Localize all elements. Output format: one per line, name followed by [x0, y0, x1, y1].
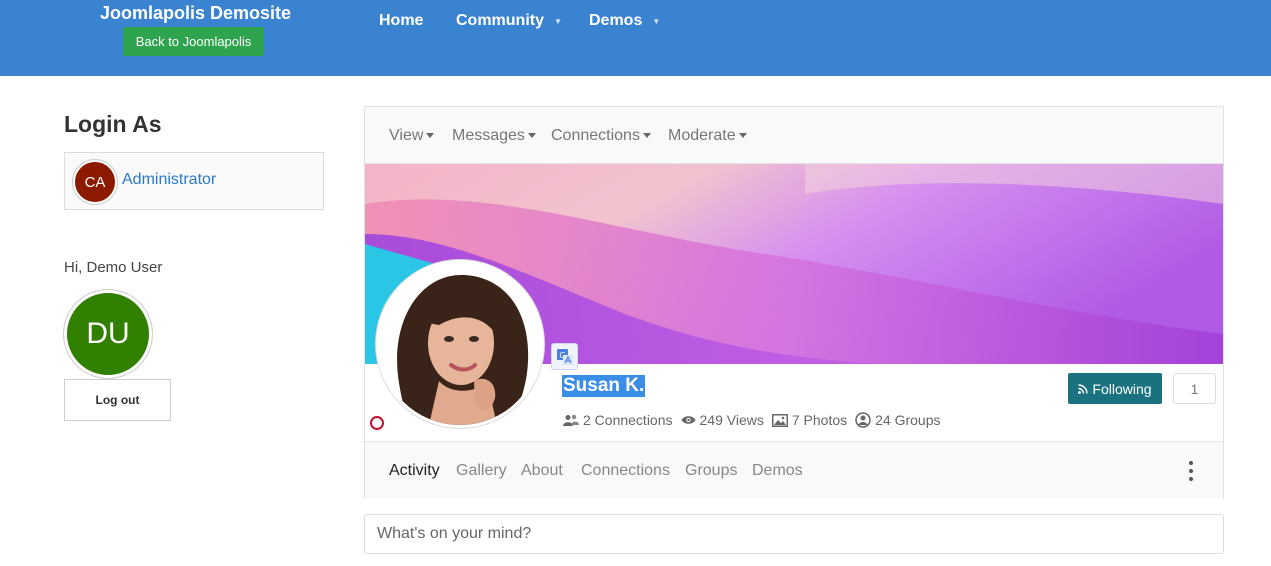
profile-menubar: View Messages Connections Moderate	[365, 107, 1223, 164]
tab-about[interactable]: About	[521, 462, 563, 480]
eye-icon	[681, 416, 696, 424]
logout-button[interactable]: Log out	[64, 379, 171, 421]
menu-connections[interactable]: Connections	[551, 127, 651, 145]
tab-gallery[interactable]: Gallery	[456, 462, 507, 480]
following-label: Following	[1092, 380, 1152, 397]
follower-count-badge: 1	[1173, 373, 1216, 404]
avatar[interactable]: CA	[73, 160, 117, 204]
profile-card: View Messages Connections Moderate G Sus…	[364, 106, 1224, 498]
caret-down-icon	[426, 132, 435, 138]
greeting-text: Hi, Demo User	[64, 259, 163, 276]
top-navbar: Joomlapolis Demosite Back to Joomlapolis…	[0, 0, 1271, 76]
offline-status-icon	[370, 416, 384, 430]
tab-demos[interactable]: Demos	[752, 462, 803, 480]
stat-groups-label: 24 Groups	[875, 412, 941, 428]
more-vertical-icon[interactable]	[1187, 461, 1195, 481]
profile-avatar[interactable]	[375, 259, 545, 429]
chevron-down-icon: ▼	[652, 16, 661, 26]
rss-icon	[1078, 383, 1089, 394]
menu-messages-label: Messages	[452, 127, 525, 144]
stat-groups[interactable]: 24 Groups	[855, 412, 941, 428]
caret-down-icon	[527, 132, 536, 138]
profile-name: Susan K.	[562, 375, 646, 397]
stat-connections-label: 2 Connections	[583, 412, 673, 428]
caret-down-icon	[642, 132, 651, 138]
current-user-avatar[interactable]: DU	[64, 290, 152, 378]
nav-community-label: Community	[456, 12, 544, 29]
menu-messages[interactable]: Messages	[452, 127, 536, 145]
stat-photos[interactable]: 7 Photos	[771, 412, 848, 428]
following-button[interactable]: Following	[1068, 373, 1162, 404]
menu-connections-label: Connections	[551, 127, 640, 144]
back-to-joomlapolis-button[interactable]: Back to Joomlapolis	[123, 27, 264, 56]
nav-home[interactable]: Home	[379, 12, 423, 30]
stat-connections[interactable]: 2 Connections	[563, 412, 673, 428]
profile-tabs: Activity Gallery About Connections Group…	[365, 441, 1223, 498]
image-icon	[771, 413, 788, 427]
nav-community[interactable]: Community ▼	[456, 12, 562, 30]
profile-stats: 2 Connections 249 Views 7 Photos 24 Grou…	[563, 412, 941, 428]
google-translate-icon[interactable]: G	[551, 343, 578, 370]
caret-down-icon	[738, 132, 747, 138]
nav-demos[interactable]: Demos ▼	[589, 12, 660, 30]
stat-views-label: 249 Views	[699, 412, 764, 428]
menu-view[interactable]: View	[389, 127, 435, 145]
users-icon	[563, 414, 579, 426]
stat-views: 249 Views	[681, 412, 764, 428]
nav-demos-label: Demos	[589, 12, 643, 29]
tab-activity[interactable]: Activity	[389, 462, 440, 480]
user-circle-icon	[855, 412, 871, 428]
status-composer-input[interactable]	[364, 514, 1224, 554]
login-as-user-link[interactable]: Administrator	[122, 171, 216, 189]
site-title[interactable]: Joomlapolis Demosite	[100, 3, 291, 24]
menu-view-label: View	[389, 127, 424, 144]
stat-photos-label: 7 Photos	[791, 412, 848, 428]
tab-connections[interactable]: Connections	[581, 462, 670, 480]
chevron-down-icon: ▼	[554, 16, 562, 26]
nav-home-label: Home	[379, 12, 424, 29]
menu-moderate-label: Moderate	[668, 127, 736, 144]
login-as-heading: Login As	[64, 111, 162, 137]
login-as-user-row[interactable]: CA Administrator	[64, 152, 324, 210]
menu-moderate[interactable]: Moderate	[668, 127, 747, 145]
tab-groups[interactable]: Groups	[685, 462, 737, 480]
